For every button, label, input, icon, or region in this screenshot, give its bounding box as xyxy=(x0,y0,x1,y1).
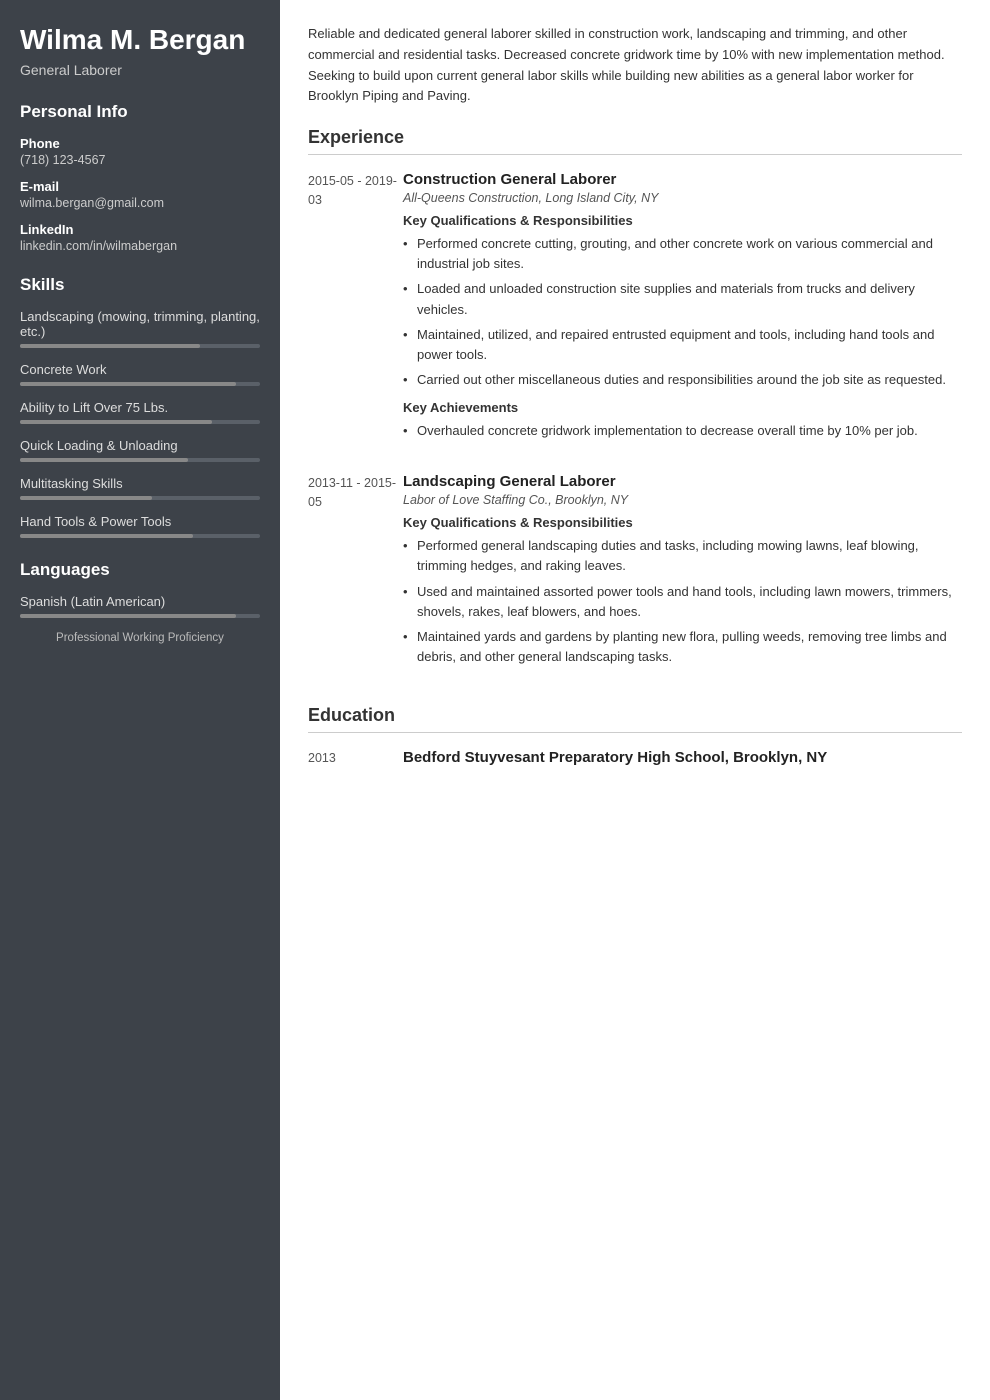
experience-entry: 2013-11 - 2015-05Landscaping General Lab… xyxy=(308,473,962,677)
sidebar: Wilma M. Bergan General Laborer Personal… xyxy=(0,0,280,1400)
languages-section: Languages Spanish (Latin American) Profes… xyxy=(20,560,260,644)
exp-bullet-item: Performed general landscaping duties and… xyxy=(403,536,962,576)
language-level: Professional Working Proficiency xyxy=(20,632,260,644)
linkedin-value: linkedin.com/in/wilmabergan xyxy=(20,239,260,253)
skill-bar-fill xyxy=(20,534,193,538)
skill-bar-background xyxy=(20,344,260,348)
exp-job-title: Construction General Laborer xyxy=(403,171,962,188)
exp-dates: 2015-05 - 2019-03 xyxy=(308,171,403,451)
exp-company: All-Queens Construction, Long Island Cit… xyxy=(403,191,962,205)
exp-dates: 2013-11 - 2015-05 xyxy=(308,473,403,677)
exp-achievements-list: Overhauled concrete gridwork implementat… xyxy=(403,421,962,441)
exp-achievement-item: Overhauled concrete gridwork implementat… xyxy=(403,421,962,441)
personal-info-heading: Personal Info xyxy=(20,102,260,122)
skills-section: Skills Landscaping (mowing, trimming, pl… xyxy=(20,275,260,538)
exp-bullets-list: Performed concrete cutting, grouting, an… xyxy=(403,234,962,390)
languages-heading: Languages xyxy=(20,560,260,580)
skill-name: Hand Tools & Power Tools xyxy=(20,514,260,529)
experience-heading: Experience xyxy=(308,127,962,155)
email-label: E-mail xyxy=(20,179,260,194)
exp-qualifications-heading: Key Qualifications & Responsibilities xyxy=(403,515,962,530)
education-entry: 2013Bedford Stuyvesant Preparatory High … xyxy=(308,749,962,766)
education-heading: Education xyxy=(308,705,962,733)
exp-job-title: Landscaping General Laborer xyxy=(403,473,962,490)
languages-list: Spanish (Latin American) Professional Wor… xyxy=(20,594,260,644)
skill-bar-fill xyxy=(20,496,152,500)
exp-content: Construction General Laborer All-Queens C… xyxy=(403,171,962,451)
skills-heading: Skills xyxy=(20,275,260,295)
skill-name: Concrete Work xyxy=(20,362,260,377)
experience-entry: 2015-05 - 2019-03Construction General La… xyxy=(308,171,962,451)
candidate-name: Wilma M. Bergan xyxy=(20,24,260,56)
phone-label: Phone xyxy=(20,136,260,151)
skill-bar-background xyxy=(20,534,260,538)
education-section: Education 2013Bedford Stuyvesant Prepara… xyxy=(308,705,962,766)
exp-content: Landscaping General Laborer Labor of Love… xyxy=(403,473,962,677)
skill-bar-fill xyxy=(20,344,200,348)
skill-bar-background xyxy=(20,382,260,386)
edu-year: 2013 xyxy=(308,749,403,766)
exp-bullet-item: Carried out other miscellaneous duties a… xyxy=(403,370,962,390)
skill-name: Multitasking Skills xyxy=(20,476,260,491)
language-bar-background xyxy=(20,614,260,618)
skill-bar-fill xyxy=(20,458,188,462)
language-name: Spanish (Latin American) xyxy=(20,594,260,609)
experience-list: 2015-05 - 2019-03Construction General La… xyxy=(308,171,962,677)
phone-value: (718) 123-4567 xyxy=(20,153,260,167)
skill-name: Landscaping (mowing, trimming, planting,… xyxy=(20,309,260,339)
skill-bar-fill xyxy=(20,420,212,424)
linkedin-label: LinkedIn xyxy=(20,222,260,237)
exp-bullet-item: Maintained, utilized, and repaired entru… xyxy=(403,325,962,365)
exp-bullet-item: Maintained yards and gardens by planting… xyxy=(403,627,962,667)
personal-info-section: Personal Info Phone (718) 123-4567 E-mai… xyxy=(20,102,260,253)
exp-bullets-list: Performed general landscaping duties and… xyxy=(403,536,962,667)
exp-bullet-item: Performed concrete cutting, grouting, an… xyxy=(403,234,962,274)
exp-bullet-item: Loaded and unloaded construction site su… xyxy=(403,279,962,319)
email-value: wilma.bergan@gmail.com xyxy=(20,196,260,210)
summary-text: Reliable and dedicated general laborer s… xyxy=(308,24,962,107)
education-list: 2013Bedford Stuyvesant Preparatory High … xyxy=(308,749,962,766)
skill-name: Ability to Lift Over 75 Lbs. xyxy=(20,400,260,415)
skill-name: Quick Loading & Unloading xyxy=(20,438,260,453)
language-bar-fill xyxy=(20,614,236,618)
exp-achievements-heading: Key Achievements xyxy=(403,400,962,415)
skill-bar-fill xyxy=(20,382,236,386)
edu-school: Bedford Stuyvesant Preparatory High Scho… xyxy=(403,749,962,766)
candidate-title: General Laborer xyxy=(20,62,260,78)
skill-bar-background xyxy=(20,496,260,500)
skill-bar-background xyxy=(20,458,260,462)
skills-list: Landscaping (mowing, trimming, planting,… xyxy=(20,309,260,538)
skill-bar-background xyxy=(20,420,260,424)
exp-bullet-item: Used and maintained assorted power tools… xyxy=(403,582,962,622)
exp-qualifications-heading: Key Qualifications & Responsibilities xyxy=(403,213,962,228)
experience-section: Experience 2015-05 - 2019-03Construction… xyxy=(308,127,962,677)
main-content: Reliable and dedicated general laborer s… xyxy=(280,0,990,1400)
exp-company: Labor of Love Staffing Co., Brooklyn, NY xyxy=(403,493,962,507)
